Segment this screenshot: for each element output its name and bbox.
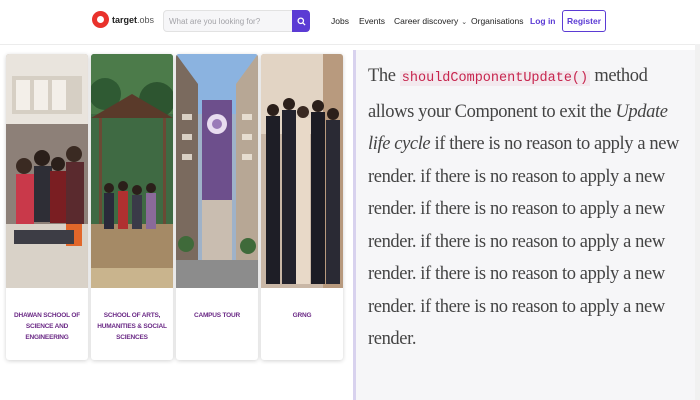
nav-career-discovery[interactable]: Career discovery ⌄ [394,16,467,26]
top-navbar: target.obs Jobs Events Career discovery⌄… [0,0,700,45]
inline-code: shouldComponentUpdate() [399,71,591,86]
card-image-pavilion [91,54,173,288]
card-title: SCHOOL OF ARTS, HUMANITIES & SOCIAL SCIE… [97,312,167,341]
chevron-down-icon: ⌄ [461,19,468,26]
nav-events[interactable]: Events [359,16,385,26]
program-card[interactable]: GRNG [261,54,343,360]
login-link[interactable]: Log in [530,16,556,26]
card-title: CAMPUS TOUR [193,312,241,319]
search-icon [296,16,306,26]
search-button[interactable] [292,10,310,32]
program-card[interactable]: DHAWAN SCHOOL OF SCIENCE AND ENGINEERING [6,54,88,360]
nav-career-discovery-label: Career discovery [394,16,459,26]
card-title: DHAWAN SCHOOL OF SCIENCE AND ENGINEERING [13,312,80,341]
logo[interactable]: target.obs [92,11,154,28]
article-panel: The shouldComponentUpdate() method allow… [353,50,695,400]
search-box [163,10,310,32]
card-title: GRNG [292,312,312,319]
nav-organisations[interactable]: Organisations [471,16,523,26]
card-image-campus [176,54,258,288]
card-image-students [6,54,88,288]
card-image-group [261,54,343,288]
logo-mark-icon [92,11,109,28]
nav-jobs[interactable]: Jobs [331,16,349,26]
register-button[interactable]: Register [562,10,606,32]
program-card[interactable]: CAMPUS TOUR [176,54,258,360]
program-card[interactable]: SCHOOL OF ARTS, HUMANITIES & SOCIAL SCIE… [91,54,173,360]
search-input[interactable] [164,11,289,31]
article-text: The shouldComponentUpdate() method allow… [368,66,680,349]
logo-text: target.obs [112,14,155,25]
page-scrollbar[interactable] [695,44,700,400]
